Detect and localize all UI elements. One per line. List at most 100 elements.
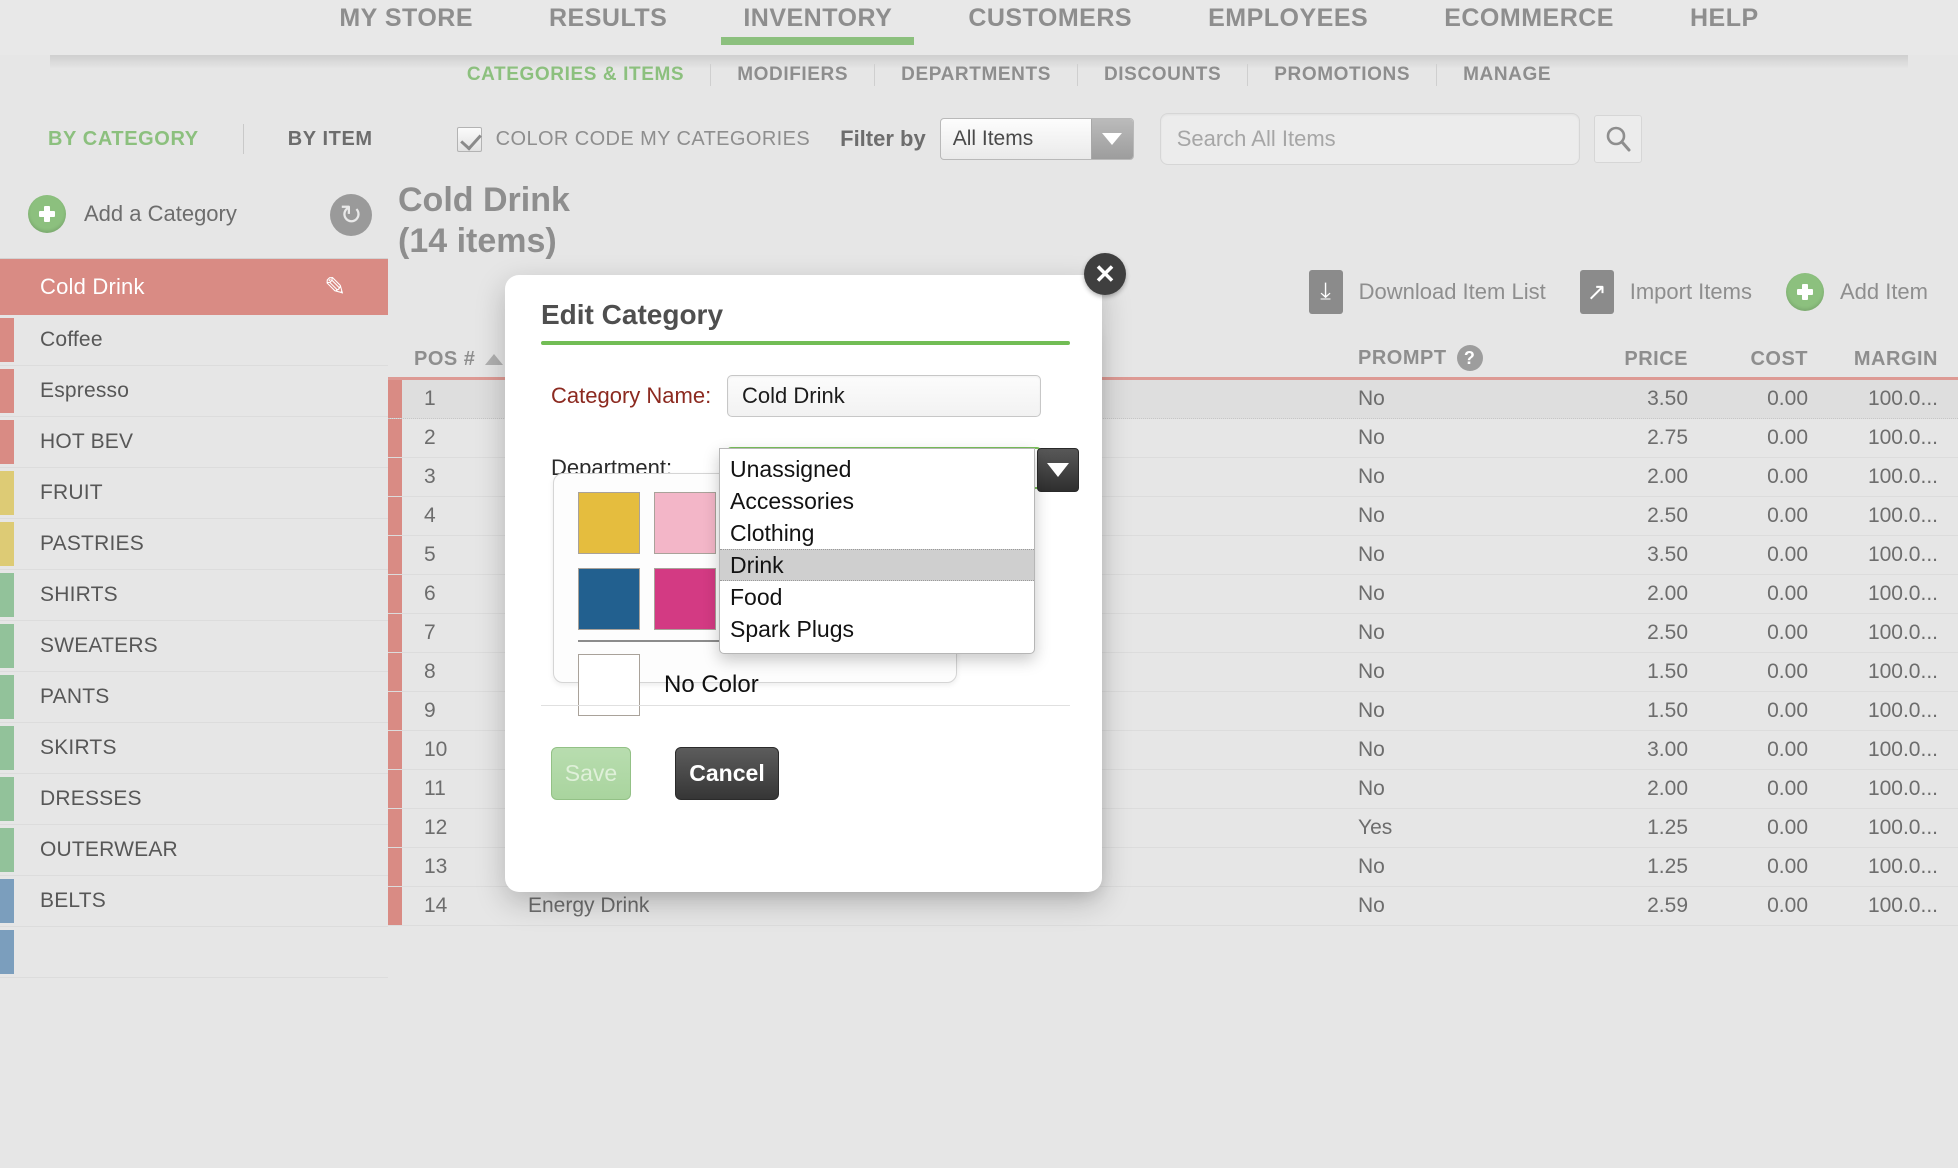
subnav-item-manage[interactable]: MANAGE — [1437, 64, 1577, 86]
cancel-button[interactable]: Cancel — [675, 747, 779, 800]
sidebar-item-shirts[interactable]: SHIRTS — [0, 570, 388, 621]
category-color-swatch — [0, 369, 14, 413]
topnav-item-inventory[interactable]: INVENTORY — [705, 0, 930, 45]
import-items-button[interactable]: ↗ Import Items — [1579, 270, 1752, 314]
filter-bar: BY CATEGORY BY ITEM COLOR CODE MY CATEGO… — [0, 108, 1958, 170]
topnav-item-results[interactable]: RESULTS — [511, 0, 705, 45]
subnav-item-departments[interactable]: DEPARTMENTS — [875, 64, 1077, 86]
subnav-item-categories-items[interactable]: CATEGORIES & ITEMS — [441, 64, 710, 86]
sidebar-item-hot-bev[interactable]: HOT BEV — [0, 417, 388, 468]
dropdown-option-unassigned[interactable]: Unassigned — [720, 453, 1034, 485]
cell-price: 2.75 — [1647, 426, 1688, 449]
sidebar-item-label: Coffee — [40, 328, 103, 351]
cell-margin: 100.0... — [1867, 465, 1938, 488]
category-name-input[interactable] — [727, 375, 1041, 417]
refresh-icon[interactable]: ↻ — [330, 194, 372, 236]
dropdown-option-food[interactable]: Food — [720, 581, 1034, 613]
category-title: Cold Drink — [398, 181, 570, 219]
row-color-stripe — [388, 692, 402, 730]
no-color-swatch[interactable] — [578, 654, 640, 716]
add-category-label: Add a Category — [84, 201, 237, 226]
sidebar-item-blank[interactable] — [0, 927, 388, 978]
sidebar-item-cold-drink[interactable]: Cold Drink ✎ — [0, 259, 388, 315]
sidebar-item-belts[interactable]: BELTS — [0, 876, 388, 927]
column-header-cost[interactable]: COST — [1688, 348, 1808, 371]
dropdown-option-clothing[interactable]: Clothing — [720, 517, 1034, 549]
cell-prompt: No — [1358, 621, 1385, 644]
category-color-swatch — [0, 522, 14, 566]
subnav-item-modifiers[interactable]: MODIFIERS — [711, 64, 874, 86]
color-swatch-1[interactable] — [654, 492, 716, 554]
close-icon[interactable]: ✕ — [1084, 253, 1126, 295]
cell-margin: 100.0... — [1867, 660, 1938, 683]
search-input[interactable] — [1159, 113, 1580, 165]
row-color-stripe — [388, 419, 402, 457]
sidebar-item-sweaters[interactable]: SWEATERS — [0, 621, 388, 672]
sidebar-item-label: SWEATERS — [40, 634, 158, 657]
search-button[interactable] — [1593, 115, 1642, 163]
dropdown-option-accessories[interactable]: Accessories — [720, 485, 1034, 517]
title-underline — [541, 341, 1070, 345]
topnav-item-my-store[interactable]: MY STORE — [301, 0, 511, 45]
add-item-button[interactable]: Add Item — [1785, 273, 1928, 311]
filter-by-select[interactable]: All Items — [939, 118, 1134, 160]
topnav-item-help[interactable]: HELP — [1652, 0, 1797, 45]
cell-prompt: No — [1358, 426, 1385, 449]
sidebar-item-pastries[interactable]: PASTRIES — [0, 519, 388, 570]
sidebar-item-espresso[interactable]: Espresso — [0, 366, 388, 417]
subnav-item-promotions[interactable]: PROMOTIONS — [1248, 64, 1436, 86]
row-color-stripe — [388, 458, 402, 496]
row-color-stripe — [388, 614, 402, 652]
color-swatch-0[interactable] — [578, 492, 640, 554]
tab-by-item[interactable]: BY ITEM — [288, 128, 373, 151]
category-color-swatch — [0, 318, 14, 362]
cell-price: 3.50 — [1647, 543, 1688, 566]
sidebar-item-label: Cold Drink — [40, 273, 145, 299]
color-swatch-6[interactable] — [654, 568, 716, 630]
chevron-down-icon[interactable] — [1037, 448, 1079, 492]
department-dropdown-list[interactable]: Unassigned Accessories Clothing Drink Food Sp… — [719, 448, 1035, 654]
download-item-list-button[interactable]: ⤓ Download Item List — [1308, 270, 1546, 314]
cell-cost: 0.00 — [1767, 621, 1808, 644]
topnav-item-customers[interactable]: CUSTOMERS — [930, 0, 1170, 45]
color-code-checkbox[interactable] — [456, 126, 482, 152]
column-header-margin[interactable]: MARGIN — [1808, 348, 1958, 371]
sidebar-item-dresses[interactable]: DRESSES — [0, 774, 388, 825]
cell-cost: 0.00 — [1767, 465, 1808, 488]
sidebar-item-skirts[interactable]: SKIRTS — [0, 723, 388, 774]
sidebar-item-pants[interactable]: PANTS — [0, 672, 388, 723]
sidebar-item-fruit[interactable]: FRUIT — [0, 468, 388, 519]
topnav-item-employees[interactable]: EMPLOYEES — [1170, 0, 1406, 45]
category-color-swatch — [0, 777, 14, 821]
cell-price: 2.50 — [1647, 621, 1688, 644]
subnav-item-discounts[interactable]: DISCOUNTS — [1078, 64, 1247, 86]
color-code-checkbox-wrapper[interactable]: COLOR CODE MY CATEGORIES — [456, 126, 810, 152]
cell-margin: 100.0... — [1867, 582, 1938, 605]
column-header-prompt[interactable]: PROMPT ? — [1358, 345, 1558, 371]
dropdown-option-spark-plugs[interactable]: Spark Plugs — [720, 613, 1034, 645]
category-name-row: Category Name: — [551, 375, 1102, 417]
chevron-down-icon[interactable] — [1090, 119, 1133, 159]
column-header-price[interactable]: PRICE — [1558, 348, 1688, 371]
cell-pos: 14 — [424, 894, 448, 917]
row-color-stripe — [388, 536, 402, 574]
sidebar-item-coffee[interactable]: Coffee — [0, 315, 388, 366]
row-color-stripe — [388, 809, 402, 847]
cell-price: 2.00 — [1647, 777, 1688, 800]
top-navigation-bar: MY STORE RESULTS INVENTORY CUSTOMERS EMPLOYE… — [0, 0, 1958, 55]
cell-margin: 100.0... — [1867, 738, 1938, 761]
save-button[interactable]: Save — [551, 747, 631, 800]
color-swatch-5[interactable] — [578, 568, 640, 630]
cell-prompt: No — [1358, 699, 1385, 722]
cell-cost: 0.00 — [1767, 855, 1808, 878]
cell-prompt: No — [1358, 582, 1385, 605]
topnav-item-ecommerce[interactable]: ECOMMERCE — [1406, 0, 1652, 45]
table-row[interactable]: 14 Energy Drink No 2.59 0.00 100.0... — [388, 887, 1958, 926]
cell-prompt: No — [1358, 660, 1385, 683]
edit-pencil-icon[interactable]: ✎ — [324, 271, 346, 302]
sidebar-item-label: SKIRTS — [40, 736, 117, 759]
dropdown-option-drink[interactable]: Drink — [720, 549, 1034, 581]
sidebar-item-outerwear[interactable]: OUTERWEAR — [0, 825, 388, 876]
tab-by-category[interactable]: BY CATEGORY — [48, 128, 199, 151]
help-icon[interactable]: ? — [1456, 345, 1483, 371]
